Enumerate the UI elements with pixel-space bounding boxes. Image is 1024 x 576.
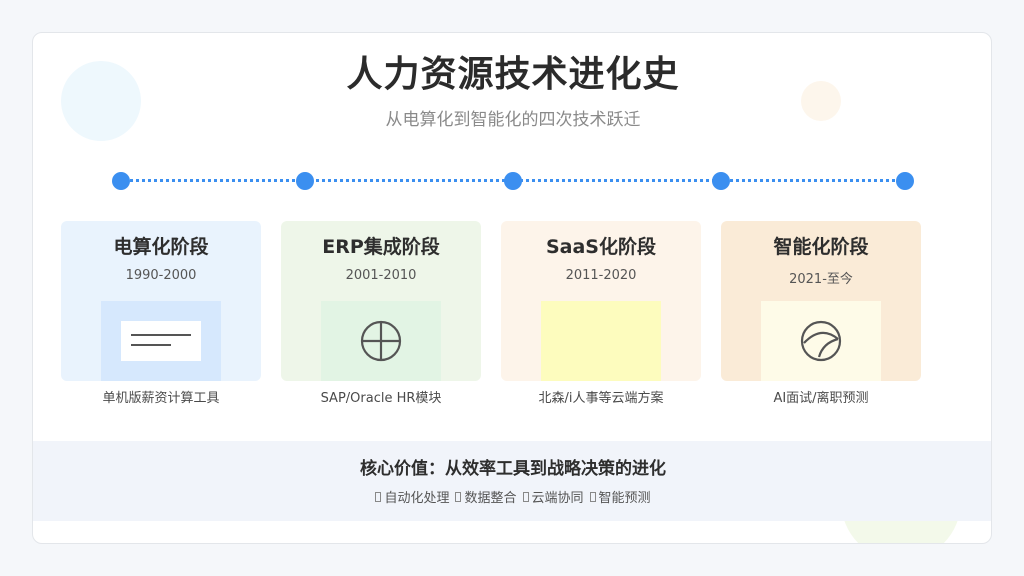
document-icon (121, 321, 201, 361)
stage-caption: 北森/i人事等云端方案 (538, 391, 664, 406)
crosshair-circle-icon (360, 320, 402, 362)
cloud-box-icon (541, 301, 661, 381)
core-value-item: 数据整合 (455, 487, 517, 506)
bullet-icon (455, 491, 462, 502)
core-value-item: 自动化处理 (375, 487, 449, 506)
bullet-icon (589, 491, 596, 502)
page-subtitle: 从电算化到智能化的四次技术跃迁 (385, 110, 641, 130)
stage-title: ERP集成阶段 (322, 236, 440, 258)
stage-years: 2021-至今 (789, 272, 853, 287)
stage-caption: SAP/Oracle HR模块 (320, 391, 442, 406)
stage-caption: AI面试/离职预测 (773, 391, 869, 406)
core-value-item: 智能预测 (589, 487, 651, 506)
timeline-dot-5 (896, 172, 914, 190)
timeline-dot-3 (504, 172, 522, 190)
timeline (112, 172, 914, 190)
timeline-dot-4 (712, 172, 730, 190)
core-value-title: 核心价值：从效率工具到战略决策的进化 (360, 459, 666, 479)
stage-title: 电算化阶段 (113, 236, 209, 258)
stage-illustration (321, 301, 441, 381)
core-value-panel: 核心价值：从效率工具到战略决策的进化 自动化处理 数据整合 云端协同 智能预测 (33, 441, 991, 521)
stage-caption: 单机版薪资计算工具 (102, 391, 220, 406)
stage-card-computerization: 电算化阶段 1990-2000 (61, 221, 261, 381)
bullet-icon (375, 491, 382, 502)
timeline-dot-1 (112, 172, 130, 190)
timeline-dot-2 (296, 172, 314, 190)
stage-card-intelligent: 智能化阶段 2021-至今 (721, 221, 921, 381)
slide-card: 人力资源技术进化史 从电算化到智能化的四次技术跃迁 电算化阶段 1990-200… (32, 32, 992, 544)
page-title: 人力资源技术进化史 (346, 54, 680, 95)
stage-title: SaaS化阶段 (545, 236, 656, 258)
stage-years: 2011-2020 (565, 268, 637, 283)
stage-years: 1990-2000 (125, 268, 197, 283)
core-value-item: 云端协同 (522, 487, 584, 506)
stage-card-erp: ERP集成阶段 2001-2010 (281, 221, 481, 381)
bullet-icon (522, 491, 529, 502)
stage-years: 2001-2010 (345, 268, 417, 283)
stage-illustration (101, 301, 221, 381)
gauge-icon (800, 320, 842, 362)
stage-illustration (761, 301, 881, 381)
stage-card-saas: SaaS化阶段 2011-2020 (501, 221, 701, 381)
core-value-list: 自动化处理 数据整合 云端协同 智能预测 (33, 487, 991, 506)
stage-title: 智能化阶段 (773, 236, 869, 258)
